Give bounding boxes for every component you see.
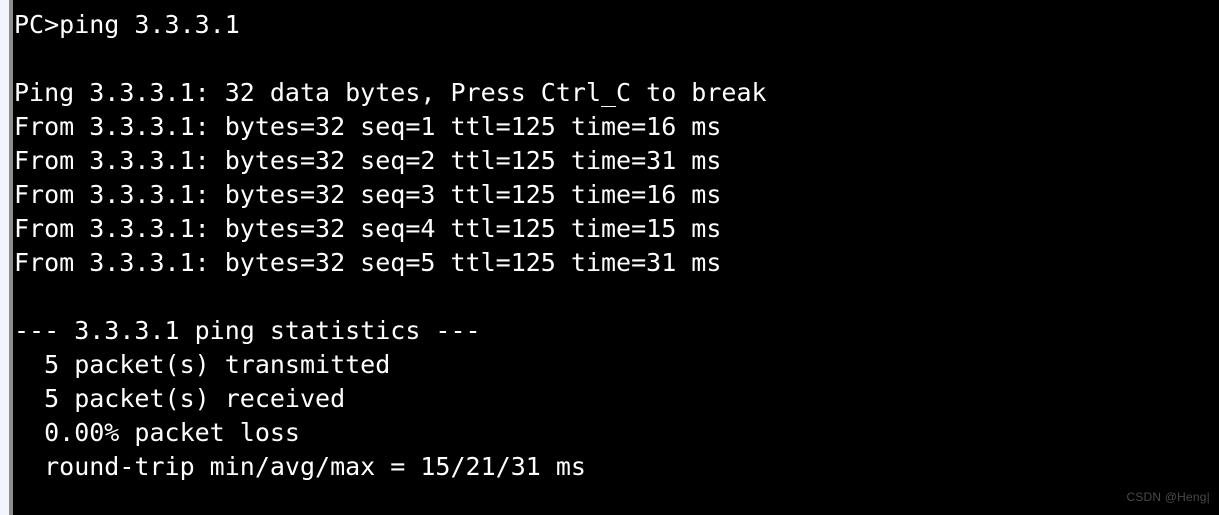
terminal-line-reply-4: From 3.3.3.1: bytes=32 seq=4 ttl=125 tim… [14, 214, 722, 243]
terminal-line-reply-1: From 3.3.3.1: bytes=32 seq=1 ttl=125 tim… [14, 112, 722, 141]
terminal-line-packet-loss: 0.00% packet loss [14, 418, 300, 447]
terminal-screenshot: PC>ping 3.3.3.1 Ping 3.3.3.1: 32 data by… [0, 0, 1219, 515]
terminal-line-blank-1 [13, 42, 1219, 76]
watermark-label: CSDN @Heng| [1126, 490, 1210, 504]
terminal-console[interactable]: PC>ping 3.3.3.1 Ping 3.3.3.1: 32 data by… [13, 0, 1219, 515]
terminal-line-round-trip: round-trip min/avg/max = 15/21/31 ms [14, 452, 586, 481]
terminal-line-reply-5: From 3.3.3.1: bytes=32 seq=5 ttl=125 tim… [14, 248, 722, 277]
terminal-line-statistics-header: --- 3.3.3.1 ping statistics --- [14, 316, 481, 345]
terminal-line-blank-2 [13, 280, 1219, 314]
terminal-line-reply-2: From 3.3.3.1: bytes=32 seq=2 ttl=125 tim… [14, 146, 722, 175]
terminal-line-ping-header: Ping 3.3.3.1: 32 data bytes, Press Ctrl_… [14, 78, 767, 107]
terminal-line-prompt: PC>ping 3.3.3.1 [14, 10, 240, 39]
left-margin-strip [0, 0, 9, 515]
terminal-line-reply-3: From 3.3.3.1: bytes=32 seq=3 ttl=125 tim… [14, 180, 722, 209]
terminal-line-packets-transmitted: 5 packet(s) transmitted [14, 350, 391, 379]
terminal-line-packets-received: 5 packet(s) received [14, 384, 346, 413]
